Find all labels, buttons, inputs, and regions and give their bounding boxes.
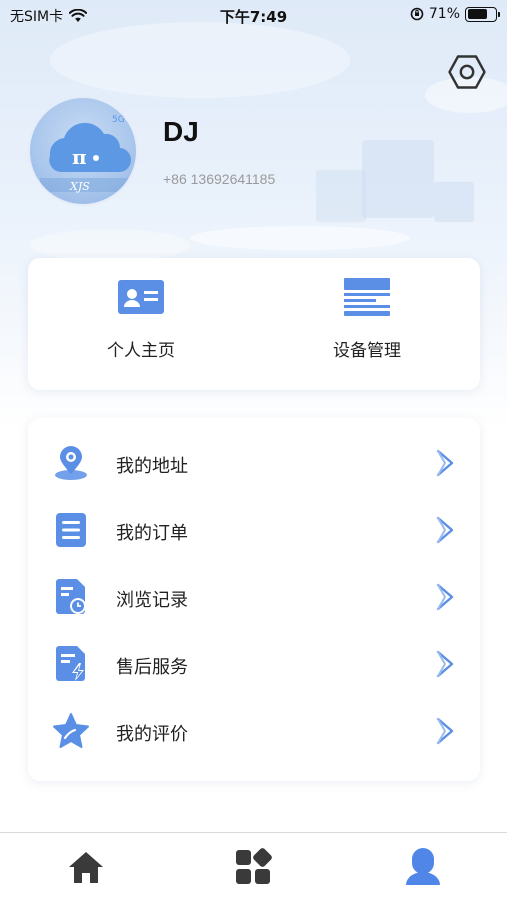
home-icon[interactable] [66,847,106,887]
order-list-icon [56,513,86,547]
chevron-right-icon [436,516,454,544]
after-sales-icon [56,646,85,681]
menu-item-label: 浏览记录 [116,590,188,611]
status-bar: 无SIM卡 下午7:49 71% [0,0,507,30]
chevron-right-icon [436,717,454,745]
menu-item-my-orders[interactable]: 我的订单 [28,497,480,564]
avatar-image: π 5G XJS [40,115,132,193]
menu-card: 我的地址 我的订单 浏览记录 售后服务 我的评价 [28,418,480,781]
quick-action-device-management[interactable]: 设备管理 [254,258,480,390]
history-icon [56,579,86,614]
star-icon [53,713,89,748]
chevron-right-icon [436,449,454,477]
menu-item-after-sales[interactable]: 售后服务 [28,631,480,698]
avatar-logo-text: XJS [69,180,90,193]
chevron-right-icon [436,583,454,611]
menu-item-my-reviews[interactable]: 我的评价 [28,698,480,765]
menu-item-label: 我的订单 [116,523,188,544]
avatar[interactable]: π 5G XJS [28,96,138,206]
menu-item-label: 售后服务 [116,657,188,678]
settings-gear-icon[interactable] [448,53,486,91]
quick-action-label: 设备管理 [333,341,401,361]
quick-actions-card: 个人主页 设备管理 [28,258,480,390]
svg-text:π: π [72,145,87,169]
menu-item-browsing-history[interactable]: 浏览记录 [28,564,480,631]
battery-icon [465,6,500,22]
tab-bar [0,833,507,900]
id-card-icon [118,280,164,314]
menu-item-label: 我的地址 [116,456,188,477]
rotation-lock-icon [410,7,424,21]
battery-percent: 71% [428,6,460,22]
menu-item-my-address[interactable]: 我的地址 [28,430,480,497]
apps-icon[interactable] [233,847,273,887]
location-pin-icon [55,446,87,480]
phone-number: +86 13692641185 [163,171,276,187]
menu-item-label: 我的评价 [116,724,188,745]
quick-action-label: 个人主页 [107,341,175,361]
quick-action-personal-homepage[interactable]: 个人主页 [28,258,254,390]
profile-icon[interactable] [403,847,443,887]
device-icon [344,278,390,316]
svg-text:5G: 5G [112,115,125,125]
username: DJ [163,116,199,147]
chevron-right-icon [436,650,454,678]
